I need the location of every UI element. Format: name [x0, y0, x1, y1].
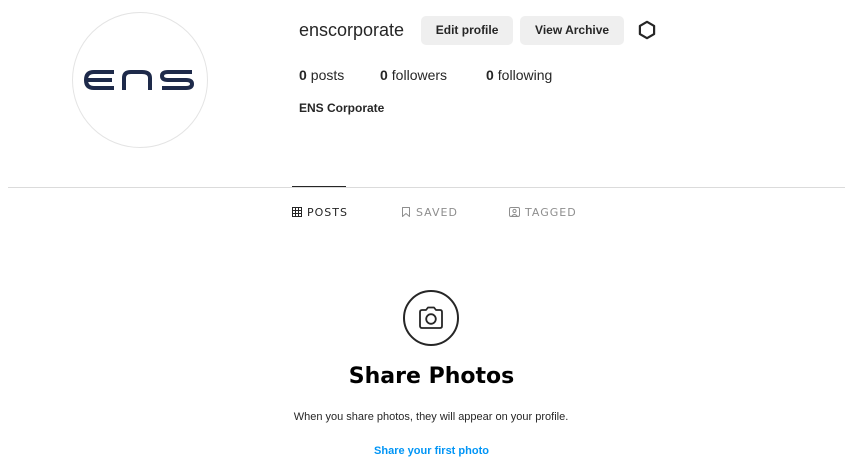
- followers-count: 0: [380, 67, 388, 83]
- followers-stat[interactable]: 0 followers: [380, 67, 486, 83]
- followers-label: followers: [391, 67, 448, 83]
- bookmark-icon: [402, 207, 410, 217]
- profile-header-row: enscorporate Edit profile View Archive: [299, 15, 658, 45]
- empty-state-subtitle: When you share photos, they will appear …: [293, 411, 569, 423]
- tab-saved[interactable]: SAVED: [401, 204, 458, 220]
- edit-profile-button[interactable]: Edit profile: [421, 15, 514, 45]
- posts-stat: 0 posts: [299, 67, 380, 83]
- tab-tagged-label: TAGGED: [525, 205, 577, 219]
- grid-icon: [292, 207, 302, 217]
- empty-state-title: Share Photos: [348, 364, 515, 389]
- profile-stats: 0 posts 0 followers 0 following: [299, 66, 552, 84]
- active-tab-indicator: [292, 186, 346, 187]
- view-archive-button[interactable]: View Archive: [520, 15, 625, 45]
- profile-username: enscorporate: [299, 19, 405, 40]
- following-label: following: [497, 67, 553, 83]
- following-stat[interactable]: 0 following: [486, 67, 552, 83]
- camera-icon: [419, 306, 443, 329]
- tab-posts-label: POSTS: [307, 205, 348, 219]
- tab-saved-label: SAVED: [416, 205, 458, 219]
- posts-label: posts: [310, 67, 345, 83]
- tab-posts[interactable]: POSTS: [292, 204, 348, 220]
- settings-icon[interactable]: [636, 19, 658, 41]
- posts-count: 0: [299, 67, 307, 83]
- ens-logo-icon: [84, 70, 194, 90]
- share-first-photo-link[interactable]: Share your first photo: [0, 445, 845, 457]
- tabs-divider: [8, 187, 845, 188]
- tab-tagged[interactable]: TAGGED: [509, 204, 577, 220]
- tag-person-icon: [509, 207, 520, 217]
- camera-icon-circle[interactable]: [403, 290, 459, 346]
- profile-avatar[interactable]: [72, 12, 208, 148]
- profile-full-name: ENS Corporate: [299, 101, 385, 115]
- following-count: 0: [486, 67, 494, 83]
